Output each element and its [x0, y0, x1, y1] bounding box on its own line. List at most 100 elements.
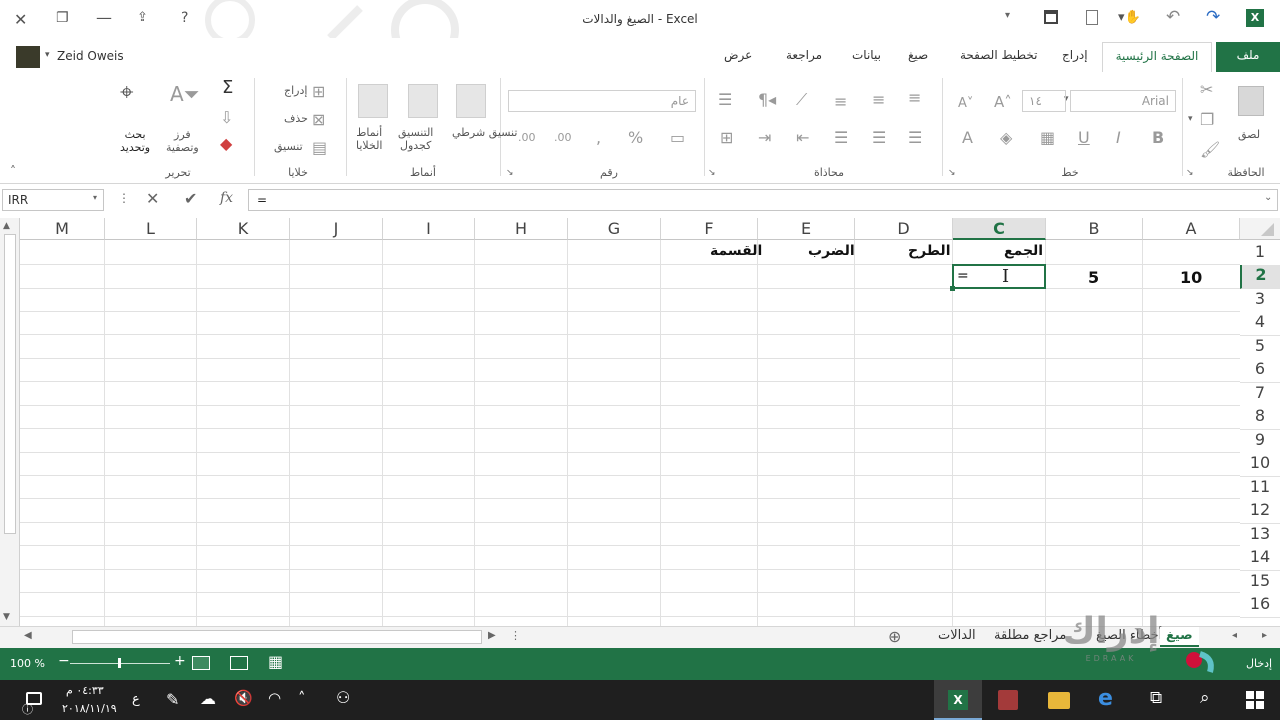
find-select-icon[interactable]: ⌖: [120, 80, 134, 104]
touch-mode-icon[interactable]: ▾✋: [1118, 10, 1141, 25]
wifi-icon[interactable]: ◠: [268, 689, 281, 707]
new-file-icon[interactable]: [1086, 10, 1098, 25]
cell-c1[interactable]: الجمع: [1004, 243, 1043, 259]
sheet-tab-functions[interactable]: الدالات: [938, 628, 976, 643]
clipboard-launcher-icon[interactable]: ↘: [1186, 168, 1194, 178]
bold-icon[interactable]: B: [1152, 130, 1164, 146]
file-explorer-icon[interactable]: [1048, 692, 1070, 709]
row-header-9[interactable]: 9: [1240, 430, 1280, 454]
row-header-2[interactable]: 2: [1240, 265, 1280, 289]
save-icon[interactable]: [1044, 10, 1058, 24]
clock-date[interactable]: ٢٠١٨/١١/١٩: [62, 702, 117, 715]
onedrive-icon[interactable]: ☁: [200, 689, 216, 708]
pen-icon[interactable]: ✎: [166, 690, 179, 709]
column-header-j[interactable]: J: [290, 218, 383, 240]
cell-f1[interactable]: القسمة: [710, 243, 762, 259]
tab-data[interactable]: بيانات: [852, 48, 881, 62]
fill-handle[interactable]: [950, 286, 955, 291]
align-center-icon[interactable]: ☰: [872, 130, 886, 146]
confirm-entry-icon[interactable]: ✔: [184, 189, 197, 208]
clock-time[interactable]: ٠٤:٣٣ م: [66, 684, 104, 697]
restore-icon[interactable]: ❐: [56, 10, 69, 26]
font-name-select[interactable]: Arial: [1070, 90, 1176, 112]
column-header-h[interactable]: H: [475, 218, 568, 240]
prev-sheet-icon[interactable]: ◂: [1232, 630, 1237, 641]
orientation-icon[interactable]: ⟋: [796, 92, 807, 108]
align-right-icon[interactable]: ☰: [908, 130, 922, 146]
zoom-out-icon[interactable]: −: [58, 653, 70, 669]
row-header-6[interactable]: 6: [1240, 359, 1280, 383]
format-as-table-button[interactable]: التنسيق كجدول: [398, 126, 433, 152]
row-header-16[interactable]: 16: [1240, 594, 1280, 618]
align-middle-icon[interactable]: ≡: [872, 92, 885, 108]
column-header-m[interactable]: M: [20, 218, 105, 240]
underline-icon[interactable]: U: [1078, 130, 1090, 146]
expand-formula-icon[interactable]: ⌄: [1264, 192, 1272, 203]
split-handle-icon[interactable]: ⋮: [510, 629, 521, 642]
italic-icon[interactable]: I: [1116, 130, 1121, 146]
redo-icon[interactable]: ↷: [1206, 7, 1220, 27]
add-sheet-icon[interactable]: ⊕: [888, 627, 901, 646]
paste-button[interactable]: لصق: [1238, 128, 1260, 141]
column-header-c[interactable]: C: [953, 218, 1046, 240]
tab-view[interactable]: عرض: [724, 48, 752, 62]
input-language[interactable]: ع: [132, 692, 140, 707]
volume-muted-icon[interactable]: 🔇: [234, 689, 253, 707]
format-painter-icon[interactable]: 🖌: [1200, 142, 1220, 158]
row-header-3[interactable]: 3: [1240, 289, 1280, 313]
column-header-e[interactable]: E: [758, 218, 855, 240]
column-header-d[interactable]: D: [855, 218, 953, 240]
align-left-icon[interactable]: ☰: [834, 130, 848, 146]
column-header-g[interactable]: G: [568, 218, 661, 240]
row-header-11[interactable]: 11: [1240, 477, 1280, 501]
row-header-4[interactable]: 4: [1240, 312, 1280, 336]
merge-center-icon[interactable]: ⊞: [720, 130, 733, 146]
tab-home[interactable]: الصفحة الرئيسية: [1102, 42, 1212, 72]
column-header-i[interactable]: I: [383, 218, 475, 240]
alignment-launcher-icon[interactable]: ↘: [708, 168, 716, 178]
fill-icon[interactable]: ⇩: [220, 110, 233, 126]
ribbon-display-icon[interactable]: ⇪: [137, 10, 148, 25]
cell-styles-button[interactable]: أنماط الخلايا: [356, 126, 383, 152]
decrease-font-icon[interactable]: A˅: [958, 96, 973, 112]
fill-color-icon[interactable]: ◈: [1000, 130, 1012, 146]
search-icon[interactable]: ⌕: [1200, 688, 1210, 708]
cell-a2[interactable]: 10: [1180, 268, 1202, 287]
insert-cells-button[interactable]: إدراج: [284, 84, 307, 97]
column-header-a[interactable]: A: [1143, 218, 1240, 240]
column-header-k[interactable]: K: [197, 218, 290, 240]
find-select-button[interactable]: بحث وتحديد: [120, 128, 150, 154]
increase-font-icon[interactable]: A˄: [994, 94, 1012, 110]
row-header-13[interactable]: 13: [1240, 524, 1280, 548]
minimize-icon[interactable]: —: [96, 8, 112, 27]
currency-icon[interactable]: ▭: [670, 130, 685, 146]
task-view-icon[interactable]: ⧉: [1150, 688, 1162, 708]
font-launcher-icon[interactable]: ↘: [948, 168, 956, 178]
decrease-decimal-icon[interactable]: .00: [518, 130, 536, 146]
wrap-text-icon[interactable]: ☰: [718, 92, 732, 108]
formula-input[interactable]: =: [248, 189, 1278, 211]
tab-insert[interactable]: إدراج: [1062, 48, 1088, 62]
zoom-in-icon[interactable]: +: [174, 653, 186, 669]
collapse-ribbon-icon[interactable]: ˄: [10, 164, 16, 178]
row-header-5[interactable]: 5: [1240, 336, 1280, 360]
decrease-indent-icon[interactable]: ⇤: [796, 130, 809, 146]
copy-dropdown-icon[interactable]: ▾: [1188, 114, 1193, 124]
cell-styles-icon[interactable]: [358, 84, 388, 118]
rtl-direction-icon[interactable]: ¶◂: [758, 92, 776, 108]
active-cell-c2[interactable]: =: [952, 264, 1046, 289]
cut-icon[interactable]: ✂: [1200, 82, 1213, 98]
zoom-slider-thumb[interactable]: [118, 658, 121, 668]
name-box-dropdown-icon[interactable]: ▾: [93, 193, 97, 202]
tab-page-layout[interactable]: تخطيط الصفحة: [960, 48, 1037, 62]
sort-filter-icon[interactable]: A⏷: [170, 84, 200, 104]
show-hidden-icons-icon[interactable]: ˄: [298, 689, 306, 707]
conditional-formatting-icon[interactable]: [456, 84, 486, 118]
comma-style-icon[interactable]: ,: [596, 130, 601, 146]
scroll-right-icon[interactable]: ▶: [488, 630, 496, 641]
zoom-level[interactable]: 100 %: [10, 657, 45, 670]
column-header-b[interactable]: B: [1046, 218, 1143, 240]
cancel-entry-icon[interactable]: ✕: [146, 189, 159, 208]
row-header-15[interactable]: 15: [1240, 571, 1280, 595]
copy-icon[interactable]: ❐: [1200, 112, 1214, 128]
